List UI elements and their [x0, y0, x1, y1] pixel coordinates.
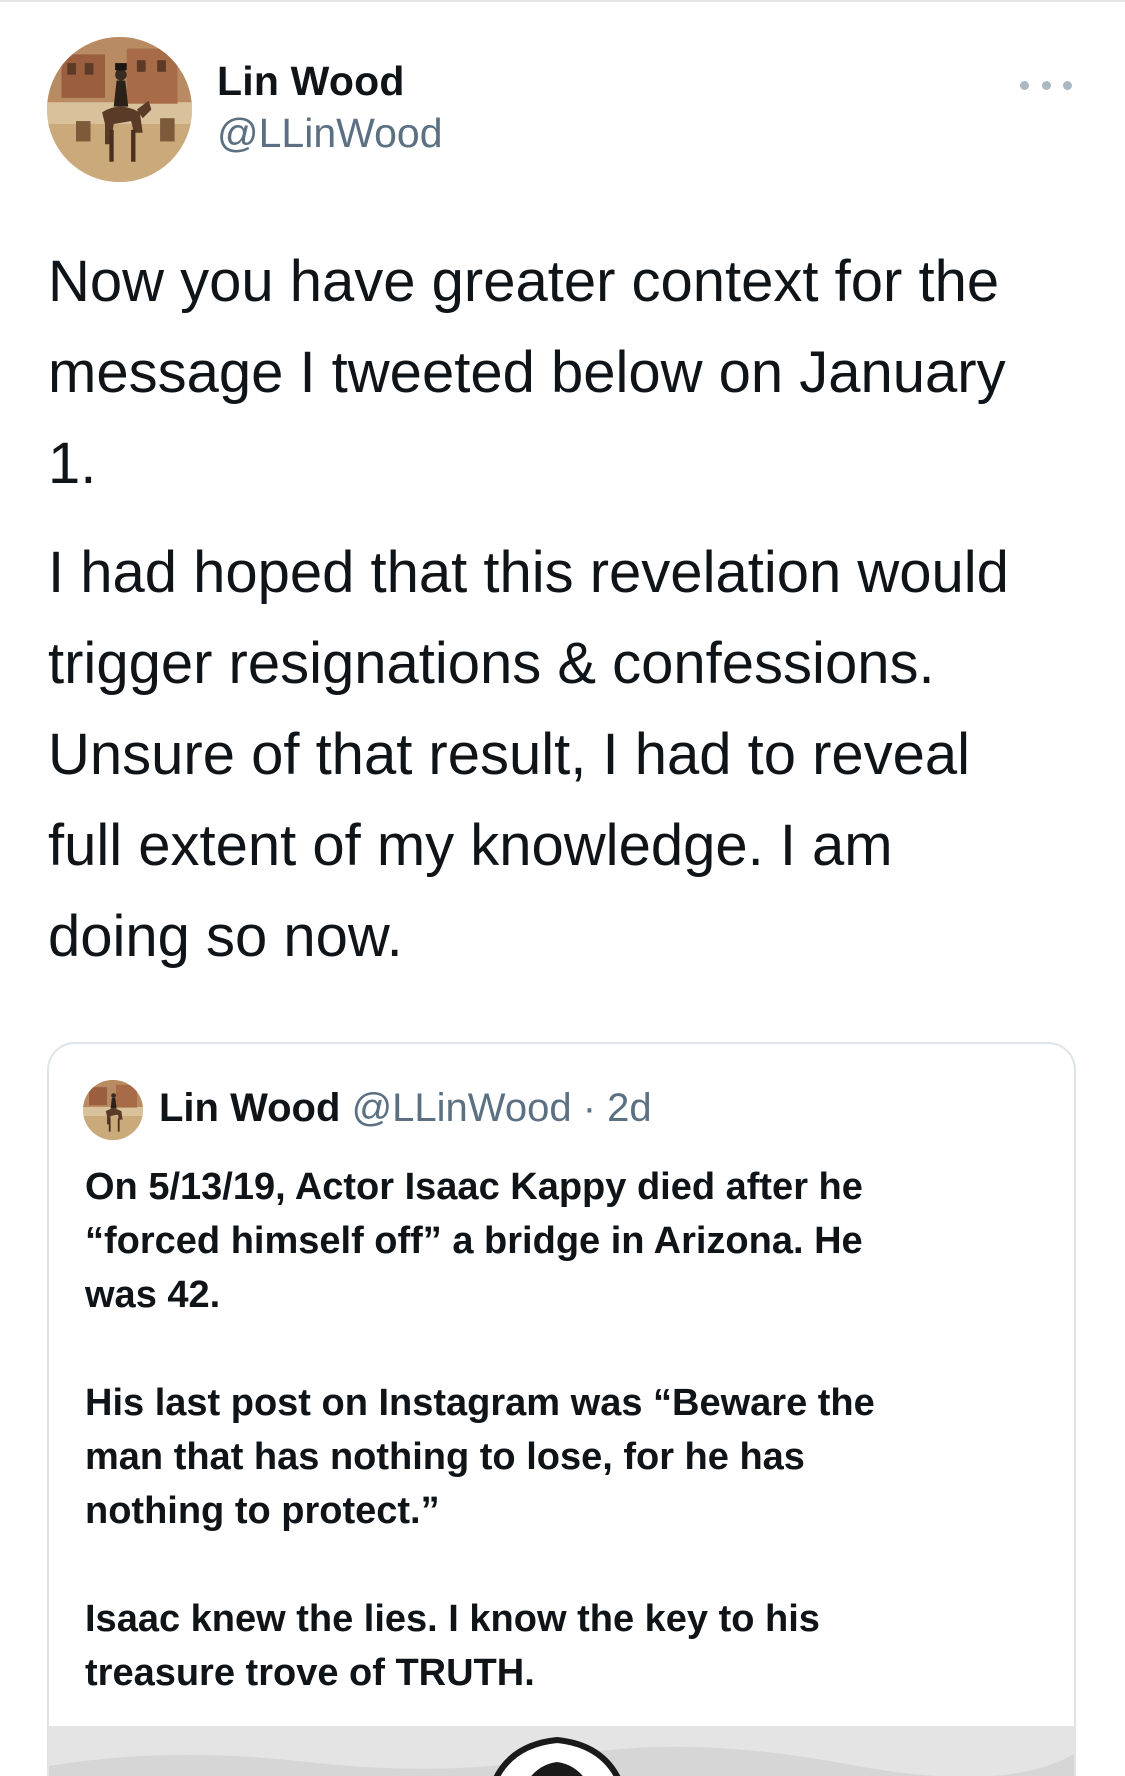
tweet-paragraph: I had hoped that this revelation would t… — [48, 540, 1009, 969]
more-horizontal-icon — [1020, 80, 1029, 90]
quoted-paragraph: On 5/13/19, Actor Isaac Kappy died after… — [85, 1166, 863, 1316]
quoted-author-handle[interactable]: @LLinWood — [352, 1086, 572, 1130]
avatar-painting-image — [47, 37, 192, 182]
quoted-separator: · — [582, 1086, 597, 1130]
quoted-timestamp[interactable]: 2d — [607, 1086, 652, 1130]
quoted-media-image[interactable] — [49, 1726, 1074, 1776]
quoted-avatar[interactable] — [83, 1080, 143, 1140]
quoted-tweet-card[interactable]: Lin Wood @LLinWood · 2d On 5/13/19, Acto… — [47, 1042, 1076, 1776]
avatar[interactable] — [47, 37, 192, 182]
author-handle[interactable]: @LLinWood — [217, 110, 443, 157]
tweet-paragraph: Now you have greater context for the mes… — [48, 249, 1006, 496]
quoted-tweet-text: On 5/13/19, Actor Isaac Kappy died after… — [85, 1160, 1045, 1700]
quoted-media-preview — [49, 1726, 1074, 1776]
quoted-tweet-header: Lin Wood @LLinWood · 2d — [159, 1086, 652, 1131]
tweet-text: Now you have greater context for the mes… — [48, 236, 1098, 982]
quoted-paragraph: Isaac knew the lies. I know the key to h… — [85, 1598, 820, 1694]
tweet: Lin Wood @LLinWood Now you have greater … — [0, 0, 1125, 1776]
more-horizontal-icon-dot — [1041, 80, 1051, 90]
more-options-button[interactable] — [1020, 70, 1072, 100]
author-name[interactable]: Lin Wood — [217, 58, 405, 105]
quoted-author-name[interactable]: Lin Wood — [159, 1086, 340, 1130]
quoted-avatar-painting-image — [83, 1080, 143, 1140]
more-horizontal-icon-dot — [1063, 80, 1072, 90]
quoted-paragraph: His last post on Instagram was “Beware t… — [85, 1382, 875, 1532]
